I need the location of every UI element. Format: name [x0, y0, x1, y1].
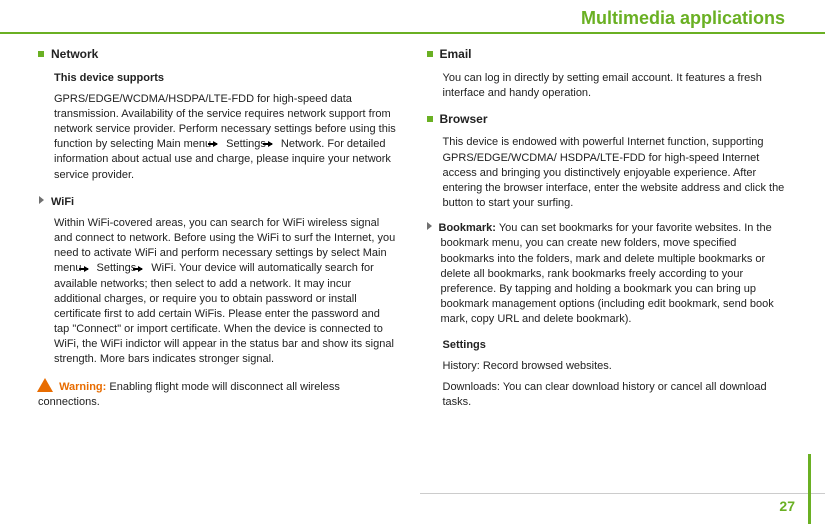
square-bullet-icon	[427, 51, 433, 57]
wifi-text-b: Settings	[97, 262, 137, 274]
network-paragraph: GPRS/EDGE/WCDMA/HSDPA/LTE-FDD for high-s…	[54, 92, 397, 183]
browser-heading: Browser	[427, 111, 786, 128]
warning-label: Warning:	[59, 381, 106, 393]
header-divider	[0, 32, 825, 34]
bookmark-text: You can set bookmarks for your favorite …	[441, 222, 774, 325]
history-text: History: Record browsed websites.	[443, 359, 786, 374]
network-text-b: Settings	[226, 138, 266, 150]
arrow-icon	[213, 141, 218, 147]
settings-heading: Settings	[443, 338, 786, 353]
page-edge-accent	[808, 454, 811, 524]
arrow-icon	[138, 266, 143, 272]
page-number: 27	[779, 498, 795, 514]
warning-block: Warning: Enabling flight mode will disco…	[38, 378, 397, 410]
footer-divider	[420, 493, 825, 494]
network-subheading: This device supports	[54, 71, 397, 86]
wifi-heading-text: WiFi	[51, 196, 74, 208]
header: Multimedia applications	[0, 8, 825, 29]
email-paragraph: You can log in directly by setting email…	[443, 71, 786, 101]
wifi-text-c: WiFi. Your device will automatically sea…	[54, 262, 394, 365]
browser-heading-text: Browser	[440, 112, 488, 126]
warning-triangle-icon	[38, 379, 52, 391]
bookmark-label: Bookmark:	[439, 222, 496, 234]
page-title: Multimedia applications	[581, 8, 785, 28]
arrow-icon	[84, 266, 89, 272]
browser-paragraph: This device is endowed with powerful Int…	[443, 135, 786, 211]
network-heading: Network	[38, 46, 397, 63]
email-heading: Email	[427, 46, 786, 63]
square-bullet-icon	[38, 51, 44, 57]
content-columns: Network This device supports GPRS/EDGE/W…	[38, 46, 785, 488]
wifi-paragraph: Within WiFi-covered areas, you can searc…	[54, 216, 397, 368]
triangle-bullet-icon	[427, 222, 432, 230]
triangle-bullet-icon	[39, 196, 44, 204]
wifi-heading: WiFi	[39, 195, 397, 210]
arrow-icon	[268, 141, 273, 147]
network-section: This device supports GPRS/EDGE/WCDMA/HSD…	[54, 71, 397, 183]
email-heading-text: Email	[440, 47, 472, 61]
left-column: Network This device supports GPRS/EDGE/W…	[38, 46, 397, 488]
right-column: Email You can log in directly by setting…	[427, 46, 786, 488]
network-heading-text: Network	[51, 47, 98, 61]
downloads-text: Downloads: You can clear download histor…	[443, 380, 786, 410]
bookmark-paragraph: Bookmark: You can set bookmarks for your…	[441, 221, 786, 327]
square-bullet-icon	[427, 116, 433, 122]
